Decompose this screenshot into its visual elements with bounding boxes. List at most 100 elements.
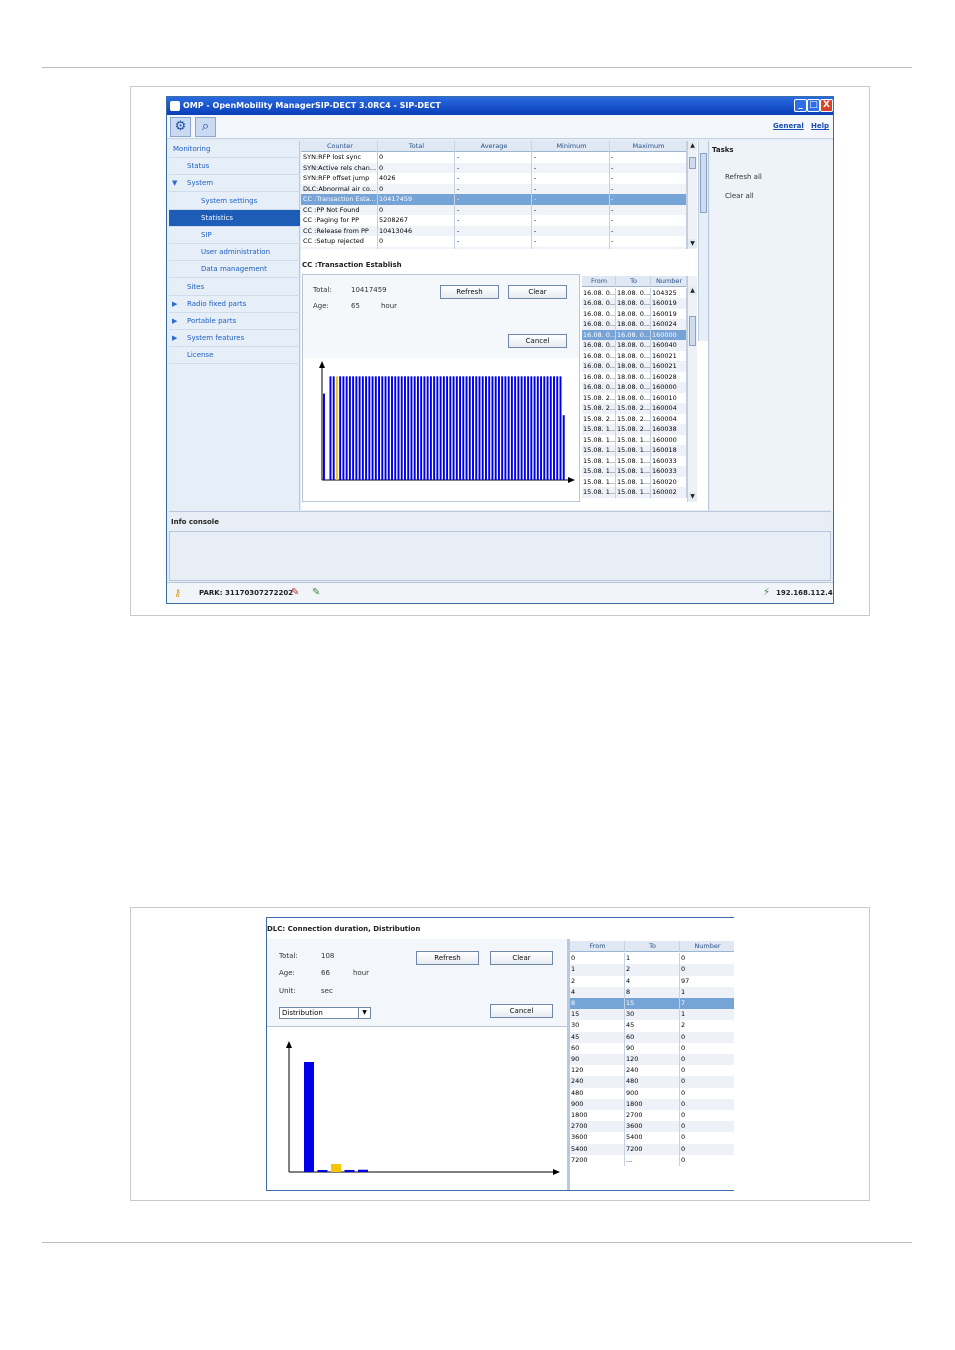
splitter-thumb[interactable] [700,153,707,213]
table-row[interactable]: SYN:RFP lost sync 0- - - [301,152,687,163]
panel-splitter[interactable] [698,141,708,341]
table-row[interactable]: 15.08. 1... 15.08. 1... 160002 [582,487,687,498]
nav-item-user-administration[interactable]: User administration [169,244,300,262]
table-row[interactable]: 16.08. 0... 18.08. 0... 160021 [582,350,687,361]
chevron-right-icon[interactable]: ▶ [172,330,177,347]
nav-item-license[interactable]: License [169,347,300,365]
table-row[interactable]: 481 [570,986,734,998]
table-row[interactable]: 7200... 0 [570,1154,734,1166]
scroll-up-arrow-icon[interactable]: ▲ [688,286,697,295]
table-row[interactable]: 240 480 0 [570,1076,734,1088]
table-row[interactable]: SYN:RFP offset jump 4026- - - [301,173,687,184]
table-row[interactable]: 16.08. 0... 16.08. 0... 160000 [582,329,687,340]
table-row[interactable]: 15.08. 1... 15.08. 1... 160000 [582,434,687,445]
table-row[interactable]: 16.08. 0... 18.08. 0... 104325 [582,287,687,298]
table-row[interactable]: 1800 2700 0 [570,1110,734,1122]
table-row[interactable]: 15.08. 1... 15.08. 1... 160033 [582,455,687,466]
table-row[interactable]: DLC:Abnormal air co... 0- - - [301,183,687,194]
nav-item-statistics[interactable]: Statistics [169,209,300,227]
table-row[interactable]: 120 240 0 [570,1065,734,1077]
table-row[interactable]: 45 60 0 [570,1031,734,1043]
table-row[interactable]: 16.08. 0... 18.08. 0... 160024 [582,319,687,330]
nav-item-monitoring[interactable]: Monitoring [169,141,300,158]
table-row[interactable]: 15.08. 1... 15.08. 1... 160020 [582,476,687,487]
table-row[interactable]: 15.08. 1... 15.08. 1... 160033 [582,466,687,477]
cancel-button[interactable]: Cancel [490,1004,553,1018]
table-cell: 7 [680,998,734,1009]
table-row[interactable]: CC :Transaction Esta... 10417459- - - [301,194,687,205]
table-row[interactable]: 15.08. 2... 15.08. 2... 160004 [582,413,687,424]
table-row[interactable]: 16.08. 0... 18.08. 0... 160000 [582,382,687,393]
scroll-up-arrow-icon[interactable]: ▲ [688,141,697,150]
table-row[interactable]: 2 4 97 [570,975,734,987]
table-row[interactable]: SYN:Active rels chan... 0- - - [301,162,687,173]
pen-red-icon[interactable]: ✎ [291,587,299,598]
table-row[interactable]: CC :Release from PP 10413046- - - [301,225,687,236]
y-axis-arrow [319,361,325,368]
scroll-down-arrow-icon[interactable]: ▼ [688,239,697,248]
scroll-down-arrow-icon[interactable]: ▼ [688,492,697,501]
table-row[interactable]: 3600 5400 0 [570,1132,734,1144]
table-row[interactable]: 900 1800 0 [570,1098,734,1110]
table-row[interactable]: 16.08. 0... 18.08. 0... 160019 [582,298,687,309]
help-link[interactable]: Help [811,122,829,130]
nav-item-status[interactable]: Status [169,158,300,176]
minimize-button[interactable]: _ [794,99,807,112]
scroll-thumb[interactable] [689,316,696,346]
nav-item-sip[interactable]: SIP [169,227,300,244]
table-row[interactable]: 16.08. 0... 18.08. 0... 160028 [582,371,687,382]
table-row[interactable]: CC :Paging for PP 5208267- - - [301,215,687,226]
table-row[interactable]: NWK:DF Retranslatio0--- [301,246,687,249]
refresh-button[interactable]: Refresh [416,951,479,965]
gear-icon[interactable]: ⚙ [170,117,191,137]
table-row[interactable]: 16.08. 0... 18.08. 0... 160019 [582,308,687,319]
table-row[interactable]: 120 [570,964,734,976]
table-row[interactable]: 5400 7200 0 [570,1143,734,1155]
nav-item-portable-parts[interactable]: ▶ Portable parts [169,313,300,330]
chevron-down-icon[interactable]: ▼ [358,1008,370,1018]
table-row[interactable]: 30 45 2 [570,1020,734,1032]
clear-button[interactable]: Clear [490,951,553,965]
refresh-all-task[interactable]: Refresh all [725,173,762,181]
chevron-right-icon[interactable]: ▶ [172,313,177,330]
clear-all-task[interactable]: Clear all [725,192,754,200]
table-row[interactable]: 16.08. 0... 18.08. 0... 160021 [582,361,687,372]
table-row[interactable]: 15.08. 1... 15.08. 1... 160018 [582,445,687,456]
table-row[interactable]: 16.08. 0... 18.08. 0... 160040 [582,340,687,351]
bar [329,376,332,480]
table-row[interactable]: 2700 3600 0 [570,1121,734,1133]
nav-item-radio-fixed-parts[interactable]: ▶ Radio fixed parts [169,296,300,313]
table-row[interactable]: 15.08. 1... 15.08. 2... 160038 [582,424,687,435]
table-row[interactable]: 60 90 0 [570,1042,734,1054]
distribution-select[interactable]: Distribution ▼ [279,1007,371,1019]
chevron-right-icon[interactable]: ▶ [172,296,177,313]
maximize-button[interactable]: □ [807,99,820,112]
nav-item-sites[interactable]: Sites [169,279,300,296]
table-row[interactable]: CC :PP Not Found 0- - - [301,204,687,215]
table-row[interactable]: 010 [570,953,734,965]
nav-item-system[interactable]: ▼ System [169,175,300,193]
table-row[interactable]: 15.08. 2... 15.08. 2... 160004 [582,403,687,414]
table-row[interactable]: 8 15 7 [570,998,734,1010]
nav-item-system-features[interactable]: ▶ System features [169,330,300,348]
nav-item-data-management[interactable]: Data management [169,261,300,279]
table-row[interactable]: 90 120 0 [570,1054,734,1066]
refresh-button[interactable]: Refresh [440,285,499,299]
table-row[interactable]: 15.08. 2... 18.08. 0... 160010 [582,392,687,403]
table-cell: 2700 [625,1110,680,1122]
cancel-button[interactable]: Cancel [508,334,567,348]
table-row[interactable]: CC :Setup rejected 0- - - [301,236,687,247]
chevron-down-icon[interactable]: ▼ [172,175,177,192]
counter-table-scrollbar[interactable]: ▲ ▼ [687,141,697,249]
close-button[interactable]: X [820,99,833,112]
table-row[interactable]: 480 900 0 [570,1087,734,1099]
pen-green-icon[interactable]: ✎ [312,587,320,598]
clear-button[interactable]: Clear [508,285,567,299]
table-row[interactable]: 15 30 1 [570,1009,734,1021]
scroll-thumb[interactable] [689,157,696,169]
nav-item-system-settings[interactable]: System settings [169,193,300,210]
distribution-table-scrollbar[interactable]: ▲ ▼ [687,276,697,502]
table-cell: - [533,183,610,194]
search-icon[interactable]: ⌕ [195,117,216,137]
general-link[interactable]: General [773,122,804,130]
